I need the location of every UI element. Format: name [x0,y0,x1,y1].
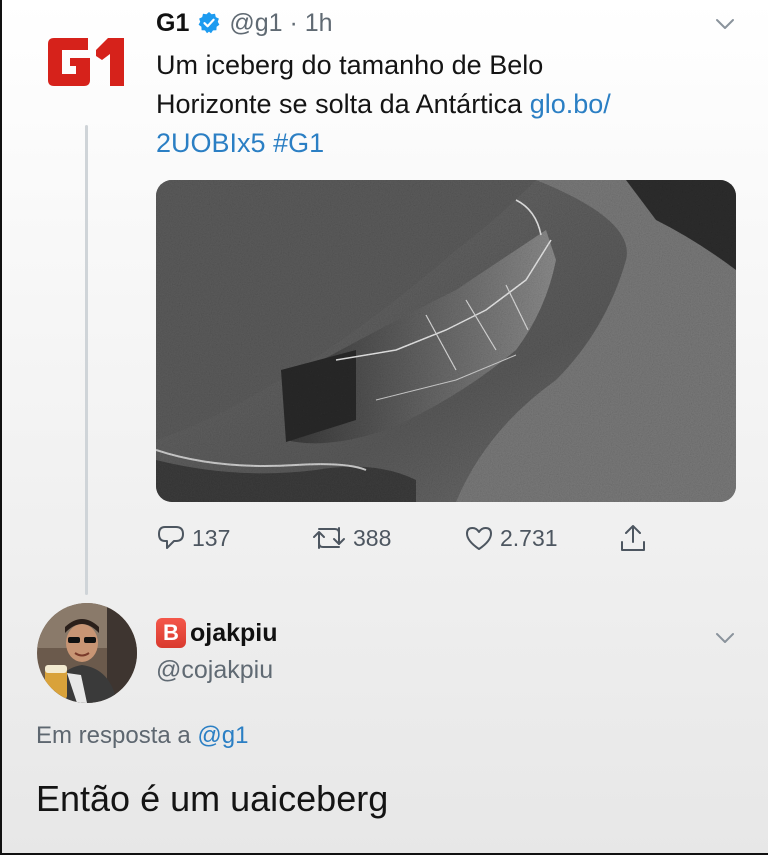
retweet-icon [313,527,345,549]
author-handle-time: @g1 · 1h [229,8,333,37]
avatar-photo-icon [37,603,137,703]
tweet-header: G1 @g1 · 1h [156,6,333,40]
author-name[interactable]: G1 [156,9,189,38]
tweet-media-image[interactable] [156,180,736,502]
share-icon [621,525,645,551]
reply-button[interactable]: 137 [156,520,230,556]
retweet-count: 388 [353,524,392,551]
tweet-link[interactable]: 2UOBIx5 [156,128,266,158]
reply-author-handle: @cojakpiu [156,656,274,684]
tweet-text-line: Horizonte se solta da Antártica [156,89,523,119]
thread-connector-line [85,125,88,595]
reply-author-name: ojakpiu [190,618,278,647]
reply-count: 137 [192,524,231,551]
tweet-actions: 137 388 2.731 [156,520,676,556]
in-reply-to: Em resposta a @g1 [36,722,248,750]
share-button[interactable] [618,520,648,556]
chevron-down-icon[interactable] [715,18,735,30]
like-count: 2.731 [500,524,558,551]
tweet-text-line: Um iceberg do tamanho de Belo [156,50,544,80]
tweet-text: Um iceberg do tamanho de Belo Horizonte … [156,46,736,163]
b-emoji-icon: B [156,618,186,648]
heart-icon [466,527,492,550]
verified-badge-icon [198,12,220,34]
g1-logo-avatar[interactable] [44,36,128,88]
hashtag-link[interactable]: #G1 [273,128,324,158]
reply-text: Então é um uaiceberg [36,778,389,819]
reply-icon [158,526,184,549]
chevron-down-icon[interactable] [715,632,735,644]
mention-link[interactable]: @g1 [197,722,248,749]
retweet-button[interactable]: 388 [311,520,391,556]
reply-author-row[interactable]: B ojakpiu [156,618,278,648]
reply-avatar[interactable] [37,603,137,703]
g1-logo-icon [48,38,124,86]
in-reply-to-label: Em resposta a [36,722,191,749]
like-button[interactable]: 2.731 [464,520,558,556]
frame-border-left [0,0,2,855]
satellite-iceberg-image [156,180,736,502]
tweet-link[interactable]: glo.bo/ [530,89,611,119]
